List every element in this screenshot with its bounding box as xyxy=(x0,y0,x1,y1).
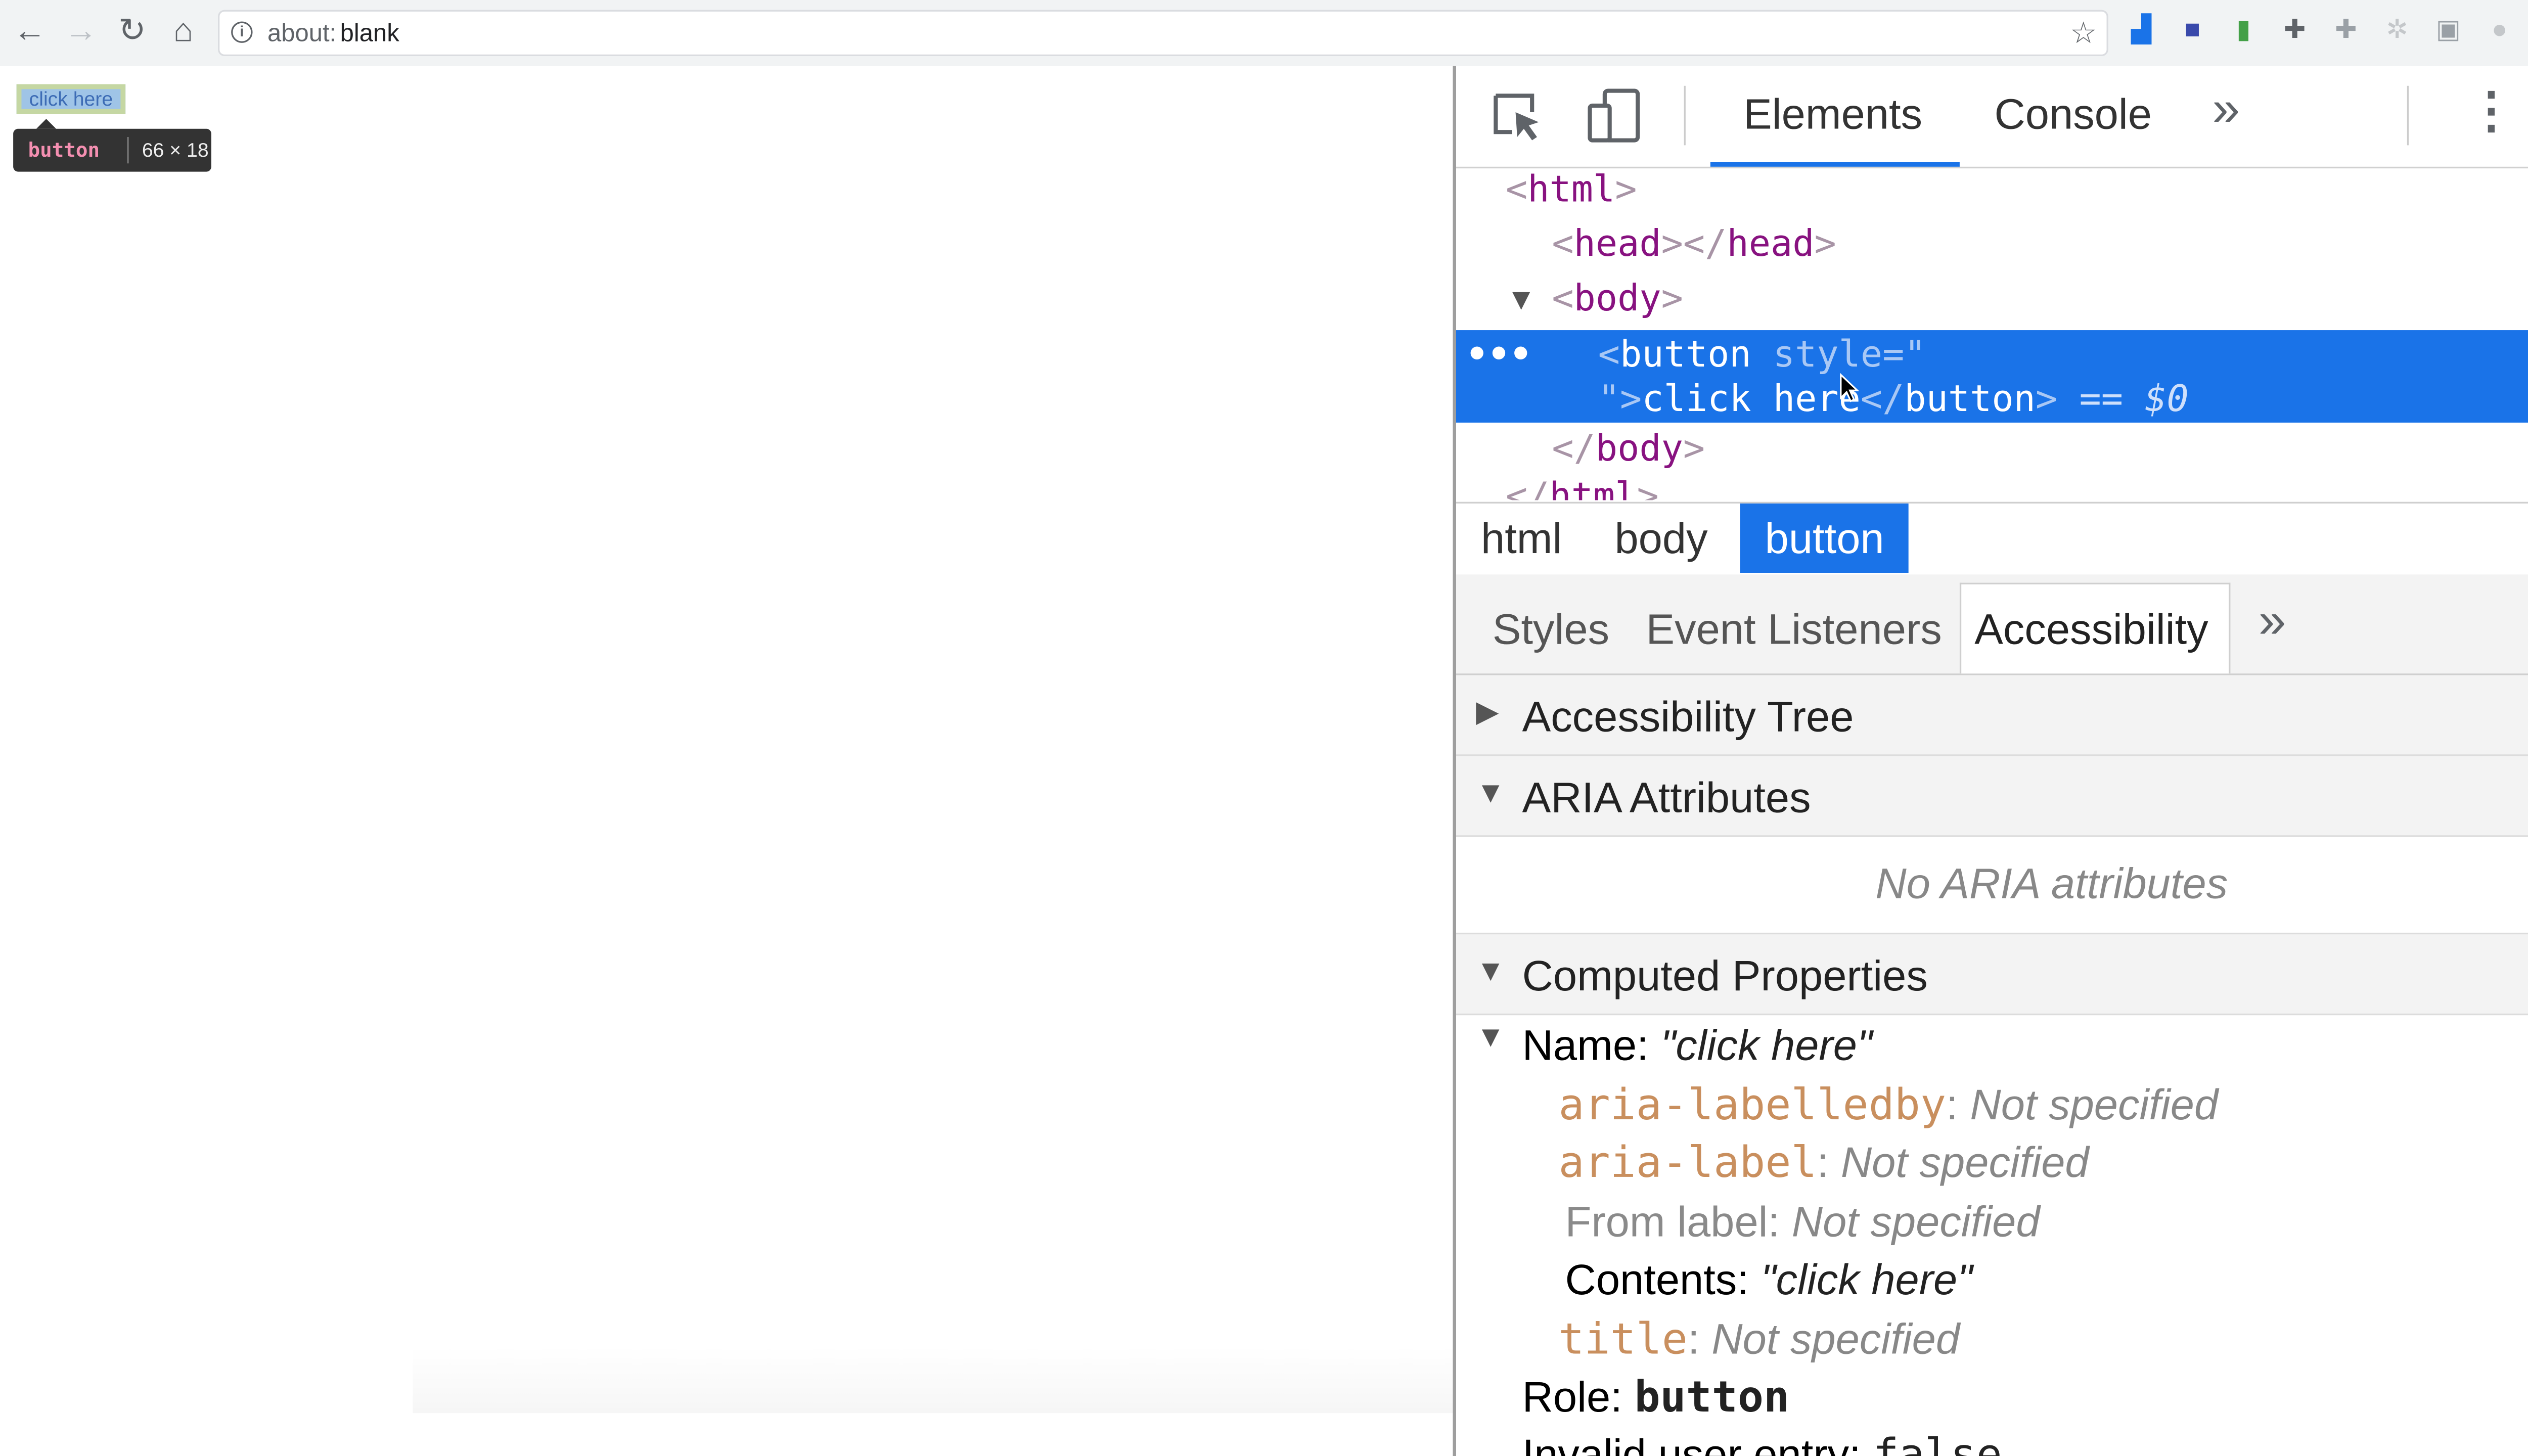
section-computed-properties[interactable]: ▼ Computed Properties xyxy=(1456,932,2528,1016)
breadcrumb-body[interactable]: body xyxy=(1590,504,1732,573)
reload-icon[interactable]: ↻ xyxy=(112,12,152,51)
dom-node-body[interactable]: <body> xyxy=(1552,276,1683,325)
dom-node-head[interactable]: <head></head> xyxy=(1552,221,1836,271)
extension-chart-icon[interactable]: ▮ xyxy=(2227,15,2260,48)
address-bar[interactable]: i about: blank ☆ xyxy=(218,10,2108,57)
section-accessibility-tree[interactable]: ▶ Accessibility Tree xyxy=(1456,675,2528,756)
invalid-entry-row: Invalid user entry: false xyxy=(1522,1429,2002,1456)
url-host: blank xyxy=(340,20,399,48)
breadcrumb: html body button xyxy=(1456,502,2528,580)
extension-circle-icon[interactable]: ● xyxy=(2483,15,2516,48)
dom-node-html-close[interactable]: </html> xyxy=(1506,474,1659,500)
tooltip-dimensions: 66 × 18 xyxy=(142,139,209,162)
breadcrumb-html[interactable]: html xyxy=(1456,504,1587,573)
role-row: Role: button xyxy=(1522,1372,1790,1423)
dom-node-html[interactable]: <html> xyxy=(1506,167,1637,216)
contents-row: Contents: "click here" xyxy=(1565,1254,1973,1304)
info-icon[interactable]: i xyxy=(231,21,253,43)
inspect-tooltip: button 66 × 18 xyxy=(13,119,211,172)
mouse-cursor-icon xyxy=(1840,373,1860,402)
name-expanded-triangle-icon[interactable]: ▼ xyxy=(1476,1020,1505,1055)
tooltip-tag: button xyxy=(28,139,100,162)
collapsed-triangle-icon: ▶ xyxy=(1476,695,1499,728)
extension-image-icon[interactable]: ■ xyxy=(2176,15,2209,48)
dom-node-button-text[interactable]: ">click here</button> == $0 xyxy=(1598,376,2189,426)
section-label: Accessibility Tree xyxy=(1522,692,1854,742)
bookmark-star-icon[interactable]: ☆ xyxy=(2070,17,2097,52)
home-icon[interactable]: ⌂ xyxy=(163,12,203,51)
expanded-triangle-icon: ▼ xyxy=(1476,776,1506,809)
breadcrumb-button[interactable]: button xyxy=(1740,503,1909,573)
section-label: Computed Properties xyxy=(1522,950,1928,1000)
devtools-toolbar: Elements Console » ⋮ ✕ xyxy=(1456,66,2528,169)
forward-icon[interactable]: → xyxy=(61,12,101,51)
dom-node-body-close[interactable]: </body> xyxy=(1552,426,1705,475)
extension-square-icon[interactable]: ▣ xyxy=(2432,15,2465,48)
name-value: "click here" xyxy=(1660,1020,1873,1070)
devtools-panel: Elements Console » ⋮ ✕ <html> <head></he… xyxy=(1453,66,2528,1456)
click-here-button[interactable]: click here xyxy=(16,84,126,114)
tab-event-listeners[interactable]: Event Listeners xyxy=(1646,604,1942,655)
browser-toolbar: ← → ↻ ⌂ i about: blank ☆ ▟ ■ ▮ ✚ ✚ ✲ ▣ ●… xyxy=(0,0,2528,66)
tab-elements-indicator xyxy=(1710,161,1960,167)
extension-puzzle-icon-2[interactable]: ✚ xyxy=(2329,15,2362,48)
extension-puzzle-icon[interactable]: ✚ xyxy=(2278,15,2311,48)
tooltip-divider xyxy=(127,137,129,164)
kebab-menu-icon[interactable]: ⋮ xyxy=(2466,82,2516,140)
more-tabs-icon[interactable]: » xyxy=(2213,82,2240,139)
toolbar-divider-2 xyxy=(2407,85,2409,146)
body-expand-triangle-icon[interactable]: ▼ xyxy=(1512,276,1530,325)
title-row: title: Not specified xyxy=(1558,1314,1960,1366)
back-icon[interactable]: ← xyxy=(10,12,50,51)
dom-node-button-open[interactable]: <button style=" xyxy=(1598,332,1926,381)
section-label: ARIA Attributes xyxy=(1522,772,1811,823)
tab-styles[interactable]: Styles xyxy=(1493,604,1609,655)
url-scheme: about: xyxy=(267,20,337,48)
expanded-triangle-icon: ▼ xyxy=(1476,954,1506,987)
page-viewport: click here button 66 × 18 xyxy=(0,66,1453,1456)
aria-labelledby-row: aria-labelledby: Not specified xyxy=(1558,1079,2219,1131)
name-key: Name: xyxy=(1522,1020,1649,1070)
sidebar-tabs: Styles Event Listeners Accessibility » xyxy=(1456,574,2528,675)
computed-name-row: Name: "click here" xyxy=(1522,1020,1873,1071)
more-sidebar-tabs-icon[interactable]: » xyxy=(2259,595,2286,651)
device-toolbar-icon[interactable] xyxy=(1585,86,1645,146)
inspect-element-icon[interactable] xyxy=(1489,89,1545,145)
toolbar-divider xyxy=(1684,85,1686,146)
dom-tree: <html> <head></head> ▼ <body> ••• <butto… xyxy=(1456,167,2528,500)
node-actions-ellipsis-icon[interactable]: ••• xyxy=(1466,332,1532,381)
tab-accessibility[interactable]: Accessibility xyxy=(1974,604,2208,655)
tab-console[interactable]: Console xyxy=(1994,89,2152,140)
extension-download-icon[interactable]: ▟ xyxy=(2125,15,2157,48)
screen: ← → ↻ ⌂ i about: blank ☆ ▟ ■ ▮ ✚ ✚ ✲ ▣ ●… xyxy=(0,0,2528,1456)
from-label-row: From label: Not specified xyxy=(1565,1197,2040,1247)
no-aria-message: No ARIA attributes xyxy=(1875,858,2228,908)
aria-label-row: aria-label: Not specified xyxy=(1558,1137,2089,1189)
tab-elements[interactable]: Elements xyxy=(1743,89,1922,140)
section-aria-attributes[interactable]: ▼ ARIA Attributes xyxy=(1456,756,2528,837)
extension-gear-icon[interactable]: ✲ xyxy=(2381,15,2414,48)
